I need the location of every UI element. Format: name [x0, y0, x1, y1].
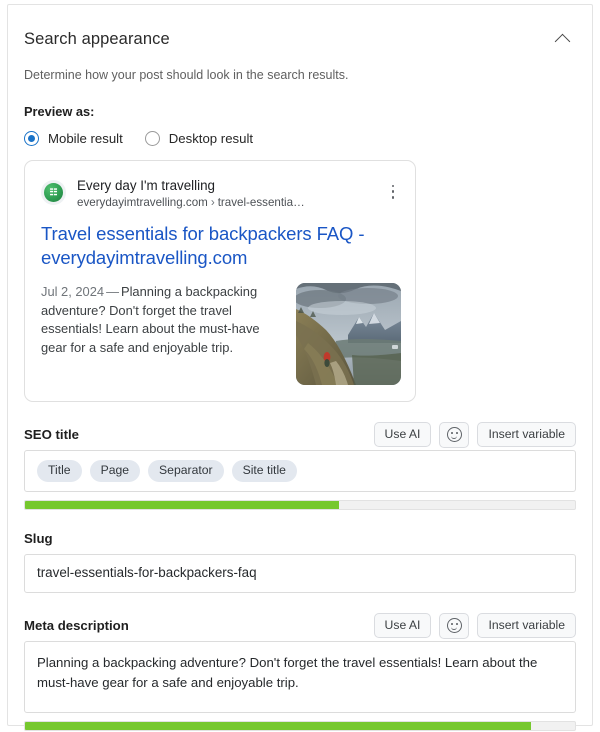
radio-desktop-indicator [145, 131, 160, 146]
seo-title-section: SEO title Use AI Insert variable Title P… [8, 420, 592, 510]
variable-chip-page[interactable]: Page [90, 460, 140, 482]
kebab-menu-icon[interactable] [385, 183, 401, 201]
slug-input[interactable]: travel-essentials-for-backpackers-faq [24, 554, 576, 593]
serp-site-row: ☷ Every day I'm travelling everydayimtra… [41, 177, 401, 209]
serp-url-breadcrumb: everydayimtravelling.com›travel-essentia… [77, 196, 401, 209]
serp-preview-card: ☷ Every day I'm travelling everydayimtra… [24, 160, 416, 402]
favicon-glyph-icon: ☷ [44, 183, 63, 202]
radio-desktop-label: Desktop result [169, 131, 253, 146]
meta-description-header: Meta description Use AI Insert variable [24, 611, 576, 641]
serp-site-text: Every day I'm travelling everydayimtrave… [77, 177, 401, 209]
serp-dash: — [104, 284, 121, 299]
smiley-icon [447, 618, 462, 633]
serp-body: Jul 2, 2024—Planning a backpacking adven… [41, 283, 401, 385]
seo-title-progress-bar [24, 500, 576, 510]
variable-chip-site-title[interactable]: Site title [232, 460, 297, 482]
collapse-toggle-button[interactable] [548, 25, 576, 53]
radio-mobile-result[interactable]: Mobile result [24, 131, 123, 146]
slug-section: Slug travel-essentials-for-backpackers-f… [8, 524, 592, 593]
serp-snippet: Jul 2, 2024—Planning a backpacking adven… [41, 283, 282, 358]
site-favicon: ☷ [41, 180, 66, 205]
serp-url-domain: everydayimtravelling.com [77, 196, 208, 209]
smiley-icon [447, 427, 462, 442]
meta-description-progress-bar [24, 721, 576, 731]
serp-date: Jul 2, 2024 [41, 284, 104, 299]
seo-title-insert-variable-button[interactable]: Insert variable [477, 422, 576, 447]
radio-mobile-label: Mobile result [48, 131, 123, 146]
meta-description-section: Meta description Use AI Insert variable … [8, 611, 592, 731]
seo-title-progress-fill [25, 501, 339, 509]
slug-value: travel-essentials-for-backpackers-faq [37, 564, 257, 583]
preview-as-label: Preview as: [8, 104, 592, 119]
chevron-up-icon [554, 33, 570, 49]
serp-url-separator: › [208, 196, 218, 209]
seo-title-input[interactable]: Title Page Separator Site title [24, 450, 576, 492]
seo-title-use-ai-button[interactable]: Use AI [374, 422, 432, 447]
meta-description-use-ai-button[interactable]: Use AI [374, 613, 432, 638]
meta-description-tools: Use AI Insert variable [374, 613, 576, 639]
page-title: Search appearance [24, 30, 170, 49]
panel-header: Search appearance [8, 5, 592, 57]
variable-chip-title[interactable]: Title [37, 460, 82, 482]
seo-title-tools: Use AI Insert variable [374, 422, 576, 448]
panel-description: Determine how your post should look in t… [8, 67, 592, 85]
seo-title-emoji-button[interactable] [439, 422, 469, 448]
radio-desktop-result[interactable]: Desktop result [145, 131, 253, 146]
meta-description-progress-fill [25, 722, 531, 730]
search-appearance-screen: Search appearance Determine how your pos… [0, 0, 600, 732]
radio-mobile-indicator [24, 131, 39, 146]
search-appearance-panel: Search appearance Determine how your pos… [7, 4, 593, 726]
meta-description-insert-variable-button[interactable]: Insert variable [477, 613, 576, 638]
meta-description-label: Meta description [24, 618, 129, 633]
seo-title-header: SEO title Use AI Insert variable [24, 420, 576, 450]
variable-chip-separator[interactable]: Separator [148, 460, 224, 482]
radio-dot-icon [28, 135, 35, 142]
serp-site-name: Every day I'm travelling [77, 177, 401, 194]
meta-description-emoji-button[interactable] [439, 613, 469, 639]
meta-description-textarea[interactable]: Planning a backpacking adventure? Don't … [24, 641, 576, 713]
slug-label: Slug [24, 531, 53, 546]
serp-title-link[interactable]: Travel essentials for backpackers FAQ - … [41, 222, 401, 271]
serp-thumbnail-image [296, 283, 401, 385]
serp-url-path: travel-essentia… [218, 196, 305, 209]
slug-header: Slug [24, 524, 576, 554]
seo-title-label: SEO title [24, 427, 79, 442]
preview-as-radio-group: Mobile result Desktop result [8, 131, 592, 146]
